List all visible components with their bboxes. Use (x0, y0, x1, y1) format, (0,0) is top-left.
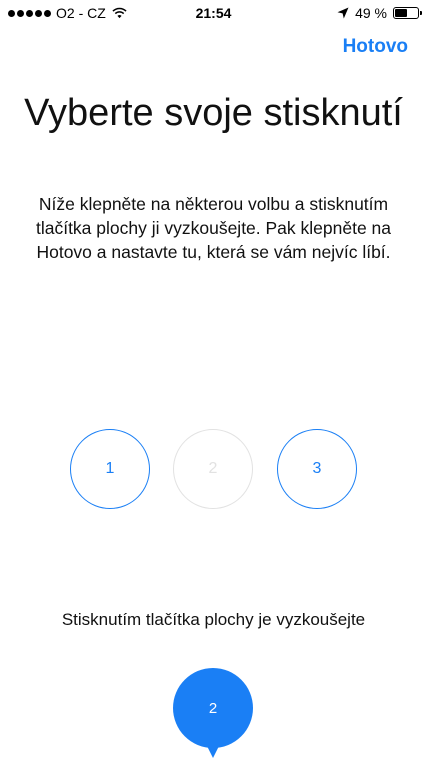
page-description: Níže klepněte na některou volbu a stiskn… (35, 194, 392, 262)
done-button[interactable]: Hotovo (343, 36, 408, 58)
option-1-button[interactable]: 1 (70, 429, 150, 509)
option-3-button[interactable]: 3 (277, 429, 357, 509)
battery-icon (393, 7, 422, 19)
try-it-label: Stisknutím tlačítka plochy je vyzkoušejt… (61, 610, 366, 629)
page-title: Vyberte svoje stisknutí (24, 92, 403, 134)
status-bar: O2 - CZ 21:54 49 % (0, 0, 427, 26)
battery-percent: 49 % (355, 5, 387, 21)
option-2-button[interactable]: 2 (173, 429, 253, 509)
status-bar-right: 49 % (337, 5, 422, 21)
battery-fill (395, 9, 407, 17)
selected-option-indicator[interactable]: 2 (173, 668, 253, 758)
screen: O2 - CZ 21:54 49 % Hotovo Vyberte svoje … (0, 0, 427, 760)
location-arrow-icon (337, 7, 349, 19)
